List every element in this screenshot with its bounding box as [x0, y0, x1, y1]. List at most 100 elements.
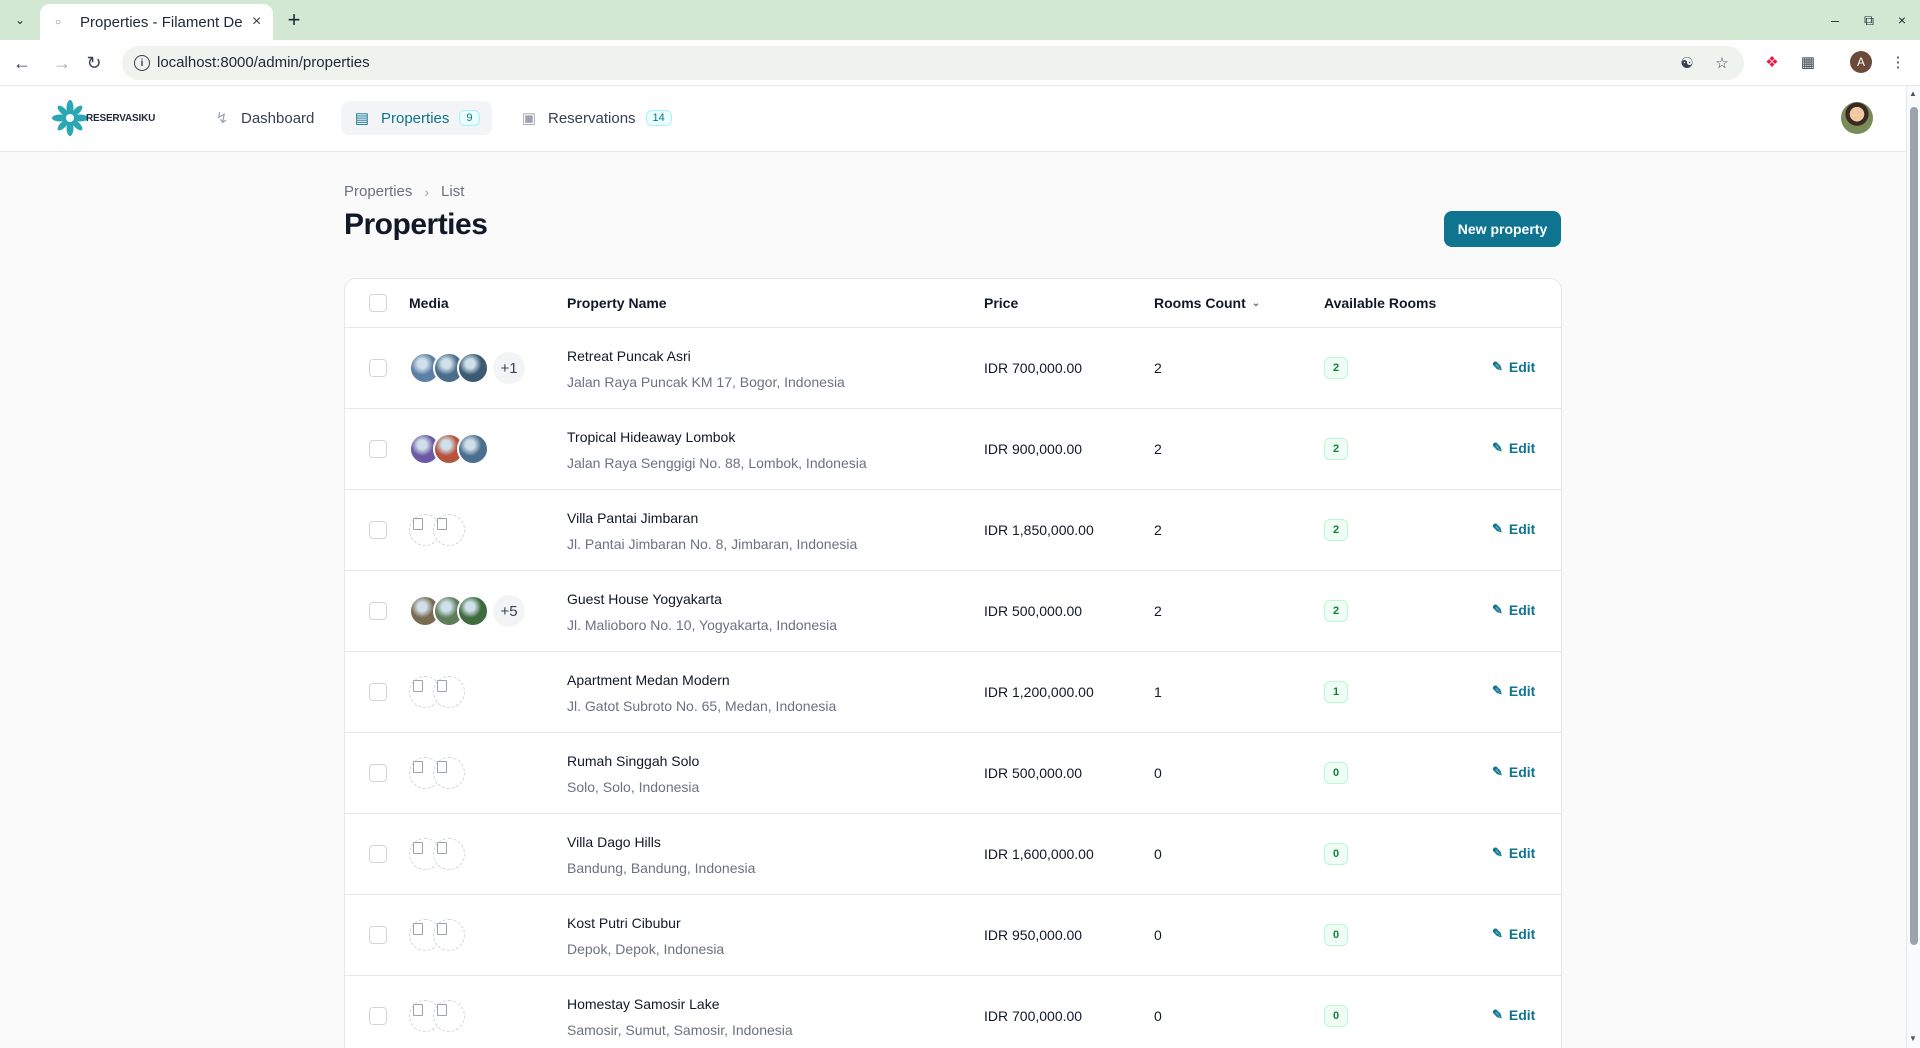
new-property-button[interactable]: New property	[1444, 211, 1561, 247]
pencil-square-icon: ✎	[1492, 602, 1503, 617]
edit-label: Edit	[1508, 521, 1536, 537]
property-address: Bandung, Bandung, Indonesia	[567, 860, 756, 876]
nav-properties[interactable]: ▤ Properties 9	[341, 101, 492, 135]
rooms-count: 2	[1154, 441, 1162, 457]
media-stack: +5	[409, 595, 525, 627]
browser-toolbar: ← → ↻ i localhost:8000/admin/properties …	[0, 40, 1920, 86]
book-icon: ▣	[521, 110, 537, 127]
row-checkbox[interactable]	[369, 602, 387, 620]
user-avatar[interactable]	[1841, 102, 1873, 134]
row-checkbox[interactable]	[369, 440, 387, 458]
table-row[interactable]: +1 Retreat Puncak Asri Jalan Raya Puncak K…	[345, 328, 1561, 409]
broken-image-icon	[433, 514, 465, 546]
available-rooms-badge: 0	[1324, 843, 1348, 865]
edit-button[interactable]: ✎ Edit	[1492, 440, 1535, 456]
edit-button[interactable]: ✎ Edit	[1492, 1007, 1535, 1023]
nav-reservations[interactable]: ▣ Reservations 14	[508, 101, 684, 135]
edit-button[interactable]: ✎ Edit	[1492, 845, 1535, 861]
edit-label: Edit	[1508, 602, 1536, 618]
table-row[interactable]: Apartment Medan Modern Jl. Gatot Subroto …	[345, 652, 1561, 733]
browser-tab[interactable]: ○ Properties - Filament De ×	[40, 4, 273, 40]
table-row[interactable]: Villa Dago Hills Bandung, Bandung, Indone…	[345, 814, 1561, 895]
close-tab-icon[interactable]: ×	[252, 13, 261, 31]
table-row[interactable]: Homestay Samosir Lake Samosir, Sumut, Sam…	[345, 976, 1561, 1048]
extension-butterfly-icon[interactable]: ❖	[1760, 50, 1784, 74]
window-close-icon[interactable]: ×	[1890, 8, 1914, 32]
property-price: IDR 1,200,000.00	[984, 684, 1094, 700]
browser-profile-avatar[interactable]: A	[1850, 51, 1872, 73]
row-checkbox[interactable]	[369, 1007, 387, 1025]
media-thumbnail	[457, 595, 489, 627]
media-stack	[409, 1000, 465, 1032]
property-address: Jl. Malioboro No. 10, Yogyakarta, Indone…	[567, 617, 838, 633]
row-checkbox[interactable]	[369, 926, 387, 944]
edit-button[interactable]: ✎ Edit	[1492, 602, 1535, 618]
property-address: Samosir, Sumut, Samosir, Indonesia	[567, 1022, 793, 1038]
bookmark-star-icon[interactable]: ☆	[1712, 54, 1732, 72]
property-address: Depok, Depok, Indonesia	[567, 941, 725, 957]
rooms-count: 1	[1154, 684, 1162, 700]
app-logo[interactable]: RESERVASIKU	[52, 100, 155, 136]
translate-icon[interactable]: ☯	[1677, 54, 1697, 72]
property-price: IDR 700,000.00	[984, 1008, 1083, 1024]
extensions-puzzle-icon[interactable]: ▦	[1796, 50, 1820, 74]
scrollbar-thumb[interactable]	[1910, 107, 1918, 945]
table-row[interactable]: Kost Putri Cibubur Depok, Depok, Indonesi…	[345, 895, 1561, 976]
edit-button[interactable]: ✎ Edit	[1492, 926, 1535, 942]
broken-image-icon	[433, 838, 465, 870]
address-url[interactable]: localhost:8000/admin/properties	[157, 54, 370, 71]
breadcrumb-properties[interactable]: Properties	[344, 183, 412, 200]
breadcrumb-list: List	[441, 183, 465, 200]
media-more-count: +5	[493, 595, 525, 627]
tab-search-chevron-icon[interactable]: ⌄	[8, 8, 32, 32]
forward-icon[interactable]: →	[50, 51, 74, 75]
column-rooms-count[interactable]: Rooms Count ⌄	[1154, 295, 1260, 311]
site-info-icon[interactable]: i	[134, 55, 150, 71]
back-icon[interactable]: ←	[10, 51, 34, 75]
nav-properties-label: Properties	[381, 109, 450, 127]
property-address: Jl. Pantai Jimbaran No. 8, Jimbaran, Ind…	[567, 536, 858, 552]
property-address: Jalan Raya Puncak KM 17, Bogor, Indonesi…	[567, 374, 845, 390]
pencil-square-icon: ✎	[1492, 845, 1503, 860]
scroll-up-icon[interactable]: ▲	[1909, 89, 1917, 98]
edit-button[interactable]: ✎ Edit	[1492, 764, 1535, 780]
scroll-down-icon[interactable]: ▼	[1909, 1034, 1917, 1043]
broken-image-icon	[433, 919, 465, 951]
address-bar[interactable]: i localhost:8000/admin/properties ☯ ☆	[122, 46, 1744, 80]
reload-icon[interactable]: ↻	[82, 51, 106, 75]
restore-icon[interactable]: ⧉	[1857, 8, 1881, 32]
row-checkbox[interactable]	[369, 764, 387, 782]
column-media: Media	[409, 295, 449, 311]
browser-menu-icon[interactable]: ⋮	[1886, 50, 1910, 74]
table-row[interactable]: Tropical Hideaway Lombok Jalan Raya Sengg…	[345, 409, 1561, 490]
row-checkbox[interactable]	[369, 845, 387, 863]
media-thumbnail	[457, 433, 489, 465]
select-all-checkbox[interactable]	[369, 294, 387, 312]
sort-chevron-down-icon[interactable]: ⌄	[1252, 298, 1260, 309]
nav-dashboard-label: Dashboard	[241, 109, 315, 127]
minimize-icon[interactable]: –	[1823, 8, 1847, 32]
rooms-count: 0	[1154, 765, 1162, 781]
pencil-square-icon: ✎	[1492, 926, 1503, 941]
row-checkbox[interactable]	[369, 359, 387, 377]
table-row[interactable]: Rumah Singgah Solo Solo, Solo, Indonesia I…	[345, 733, 1561, 814]
table-row[interactable]: +5 Guest House Yogyakarta Jl. Malioboro No…	[345, 571, 1561, 652]
nav-dashboard[interactable]: ↯ Dashboard	[201, 101, 326, 135]
new-tab-icon[interactable]: +	[282, 7, 306, 32]
row-checkbox[interactable]	[369, 683, 387, 701]
available-rooms-badge: 2	[1324, 357, 1348, 379]
nav-properties-badge: 9	[459, 110, 480, 126]
column-property-name: Property Name	[567, 295, 667, 311]
table-row[interactable]: Villa Pantai Jimbaran Jl. Pantai Jimbaran…	[345, 490, 1561, 571]
row-checkbox[interactable]	[369, 521, 387, 539]
pencil-square-icon: ✎	[1492, 440, 1503, 455]
edit-button[interactable]: ✎ Edit	[1492, 683, 1535, 699]
rooms-count: 0	[1154, 1008, 1162, 1024]
page-scrollbar[interactable]: ▲ ▼	[1906, 87, 1920, 1048]
edit-label: Edit	[1508, 926, 1536, 942]
edit-button[interactable]: ✎ Edit	[1492, 359, 1535, 375]
edit-button[interactable]: ✎ Edit	[1492, 521, 1535, 537]
app-header: RESERVASIKU ↯ Dashboard ▤ Properties 9 ▣…	[0, 87, 1906, 152]
page-title: Properties	[344, 208, 488, 241]
property-price: IDR 1,850,000.00	[984, 522, 1094, 538]
